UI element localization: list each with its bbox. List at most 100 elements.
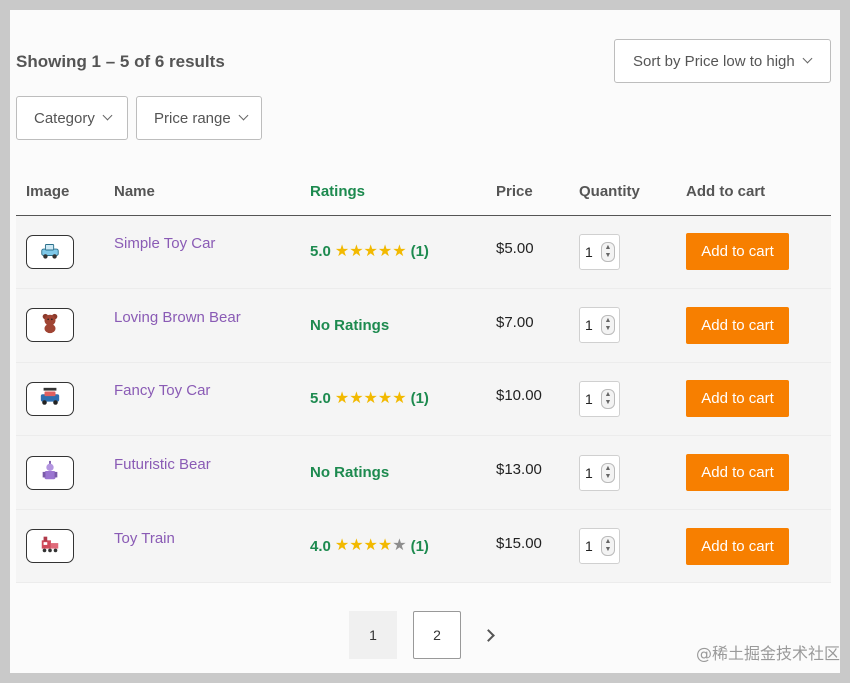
review-count[interactable]: (1)	[411, 538, 429, 555]
star-icon: ★	[334, 389, 350, 407]
rating-cell: 5.0 ★ ★ ★ ★ ★ (1)	[310, 243, 486, 260]
spinner-icon[interactable]: ▲ ▼	[601, 315, 615, 336]
star-icon: ★	[392, 389, 407, 407]
star-icon: ★	[377, 242, 393, 260]
sort-dropdown[interactable]: Sort by Price low to high	[614, 39, 831, 83]
quantity-stepper[interactable]: 1 ▲ ▼	[579, 454, 620, 491]
product-price: $5.00	[496, 240, 534, 258]
price-range-filter-label: Price range	[154, 109, 231, 127]
star-icon: ★	[363, 242, 378, 260]
product-name-link[interactable]: Toy Train	[114, 530, 175, 547]
spinner-icon[interactable]: ▲ ▼	[601, 241, 615, 262]
product-price: $13.00	[496, 461, 542, 479]
product-thumbnail[interactable]	[26, 381, 74, 416]
chevron-down-icon	[102, 110, 113, 121]
quantity-value: 1	[585, 538, 593, 555]
next-page-button[interactable]	[480, 625, 496, 645]
product-price: $15.00	[496, 534, 542, 552]
star-icon: ★	[377, 537, 393, 555]
rating-cell: No Ratings	[310, 464, 486, 481]
star-rating: ★ ★ ★ ★ ★	[334, 389, 407, 407]
star-icon: ★	[349, 242, 364, 260]
star-icon: ★	[363, 389, 378, 407]
table-row: Toy Train 4.0 ★ ★ ★ ★ ★ (1) $15.00 1 ▲ ▼ Add to cart	[16, 509, 831, 584]
table-row: Loving Brown Bear No Ratings $7.00 1 ▲ ▼ Add t…	[16, 288, 831, 363]
star-icon: ★	[363, 537, 378, 555]
spinner-icon[interactable]: ▲ ▼	[601, 536, 615, 557]
quantity-stepper[interactable]: 1 ▲ ▼	[579, 380, 620, 417]
toy-car-icon	[39, 239, 61, 265]
table-row: Fancy Toy Car 5.0 ★ ★ ★ ★ ★ (1) $10.00 1 ▲ ▼ Add to …	[16, 362, 831, 437]
quantity-value: 1	[585, 243, 593, 260]
rating-value: 5.0	[310, 243, 331, 261]
product-thumbnail[interactable]	[26, 455, 74, 490]
star-rating: ★ ★ ★ ★ ★	[335, 538, 407, 554]
spinner-icon[interactable]: ▲ ▼	[601, 388, 615, 409]
star-rating: ★ ★ ★ ★ ★	[334, 242, 407, 260]
toy-train-icon	[39, 533, 61, 559]
column-header-ratings[interactable]: Ratings	[300, 169, 486, 216]
product-name-link[interactable]: Fancy Toy Car	[114, 382, 210, 399]
rating-cell: No Ratings	[310, 317, 486, 334]
page-2-button[interactable]: 2	[413, 611, 461, 659]
star-icon: ★	[377, 389, 393, 407]
quantity-value: 1	[585, 464, 593, 481]
product-thumbnail[interactable]	[26, 308, 74, 343]
category-filter-dropdown[interactable]: Category	[16, 96, 128, 140]
fancy-toy-car-icon	[39, 386, 61, 412]
column-header-add-to-cart: Add to cart	[676, 169, 831, 216]
product-table: Image Name Ratings Price Quantity Add to…	[16, 169, 831, 584]
table-row: Simple Toy Car 5.0 ★ ★ ★ ★ ★ (1) $5.00 1 ▲ ▼ Add to …	[16, 215, 831, 290]
rating-cell: 5.0 ★ ★ ★ ★ ★ (1)	[310, 390, 486, 407]
product-price: $10.00	[496, 387, 542, 405]
quantity-value: 1	[585, 317, 593, 334]
star-icon: ★	[392, 537, 407, 555]
table-row: Futuristic Bear No Ratings $13.00 1 ▲ ▼ Add to…	[16, 435, 831, 510]
chevron-down-icon	[238, 110, 249, 121]
price-range-filter-dropdown[interactable]: Price range	[136, 96, 262, 140]
product-list-panel: Showing 1 – 5 of 6 results Sort by Price…	[10, 10, 840, 673]
column-header-name: Name	[104, 169, 300, 216]
rating-value: 4.0	[310, 537, 331, 555]
column-header-image: Image	[16, 169, 104, 216]
quantity-stepper[interactable]: 1 ▲ ▼	[579, 233, 620, 270]
star-icon: ★	[349, 389, 364, 407]
add-to-cart-button[interactable]: Add to cart	[686, 527, 789, 565]
table-header-row: Image Name Ratings Price Quantity Add to…	[16, 169, 831, 216]
watermark: @稀土掘金技术社区	[695, 644, 840, 663]
quantity-stepper[interactable]: 1 ▲ ▼	[579, 307, 620, 344]
quantity-stepper[interactable]: 1 ▲ ▼	[579, 528, 620, 565]
star-icon: ★	[349, 537, 364, 555]
chevron-down-icon	[802, 53, 813, 64]
review-count[interactable]: (1)	[411, 243, 429, 260]
add-to-cart-button[interactable]: Add to cart	[686, 306, 789, 344]
product-thumbnail[interactable]	[26, 529, 74, 564]
star-icon: ★	[392, 242, 407, 260]
quantity-value: 1	[585, 390, 593, 407]
spinner-icon[interactable]: ▲ ▼	[601, 462, 615, 483]
product-name-link[interactable]: Futuristic Bear	[114, 456, 211, 473]
add-to-cart-button[interactable]: Add to cart	[686, 380, 789, 418]
rating-value: 5.0	[310, 390, 331, 408]
product-name-link[interactable]: Simple Toy Car	[114, 235, 215, 252]
star-icon: ★	[334, 537, 350, 555]
category-filter-label: Category	[34, 109, 95, 127]
product-name-link[interactable]: Loving Brown Bear	[114, 309, 241, 326]
page-1-button[interactable]: 1	[349, 611, 397, 659]
brown-bear-icon	[39, 312, 61, 338]
review-count[interactable]: (1)	[411, 390, 429, 407]
results-count: Showing 1 – 5 of 6 results	[16, 52, 225, 71]
column-header-quantity: Quantity	[569, 169, 676, 216]
futuristic-bear-icon	[39, 460, 61, 486]
rating-cell: 4.0 ★ ★ ★ ★ ★ (1)	[310, 538, 486, 555]
star-icon: ★	[334, 242, 350, 260]
rating-value: No Ratings	[310, 464, 390, 482]
chevron-right-icon	[481, 628, 495, 642]
column-header-price: Price	[486, 169, 569, 216]
rating-value: No Ratings	[310, 316, 390, 334]
add-to-cart-button[interactable]: Add to cart	[686, 233, 789, 271]
product-price: $7.00	[496, 313, 534, 331]
product-thumbnail[interactable]	[26, 234, 74, 269]
sort-label: Sort by Price low to high	[633, 52, 795, 70]
add-to-cart-button[interactable]: Add to cart	[686, 454, 789, 492]
